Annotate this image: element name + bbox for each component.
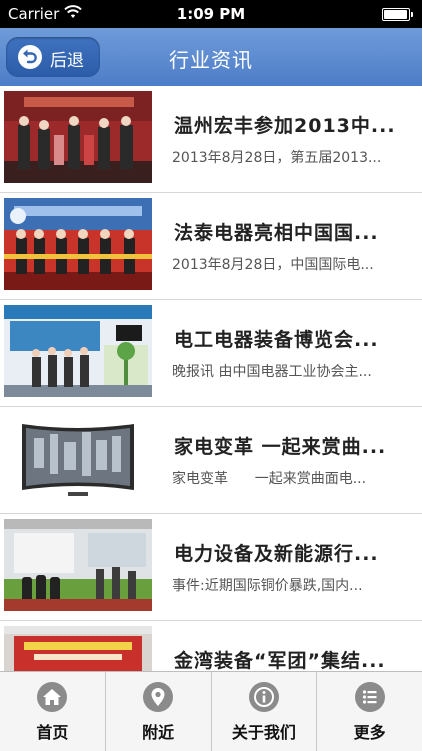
news-item[interactable]: 电工电器装备博览会... 晚报讯 由中国电器工业协会主... (0, 300, 422, 407)
tab-bar: 首页 附近 关于我们 更多 (0, 671, 422, 751)
tab-about-label: 关于我们 (231, 723, 296, 742)
news-item[interactable]: 家电变革 一起来赏曲... 家电变革 一起来赏曲面电... (0, 407, 422, 514)
page-title: 行业资讯 (169, 48, 253, 72)
news-title: 金湾装备“军团”集结... (174, 650, 386, 671)
news-title: 家电变革 一起来赏曲... (174, 436, 387, 458)
trade-show-photo (4, 519, 152, 611)
tab-more[interactable]: 更多 (317, 672, 422, 751)
award-ceremony-photo (4, 91, 152, 183)
status-time: 1:09 PM (176, 5, 246, 23)
battery-icon (382, 8, 414, 21)
curved-tv-photo (4, 412, 152, 504)
news-summary: 2013年8月28日，第五届2013... (172, 150, 382, 166)
tab-more-label: 更多 (353, 723, 386, 742)
news-item[interactable]: 法泰电器亮相中国国... 2013年8月28日，中国国际电... (0, 193, 422, 300)
banner-stage-photo (4, 626, 152, 671)
info-icon (248, 682, 279, 712)
news-summary: 家电变革 一起来赏曲面电... (172, 471, 367, 487)
expo-opening-photo (4, 198, 152, 290)
tab-home[interactable]: 首页 (0, 672, 106, 751)
tab-about[interactable]: 关于我们 (212, 672, 318, 751)
exhibition-booth-photo (4, 305, 152, 397)
news-title: 温州宏丰参加2013中... (174, 115, 396, 137)
tab-nearby[interactable]: 附近 (106, 672, 212, 751)
news-title: 法泰电器亮相中国国... (174, 222, 379, 244)
news-title: 电工电器装备博览会... (174, 329, 379, 351)
status-bar: Carrier 1:09 PM (0, 0, 422, 28)
news-summary: 事件:近期国际铜价暴跌,国内... (172, 578, 363, 594)
tab-nearby-label: 附近 (142, 723, 175, 742)
list-icon (354, 682, 385, 712)
news-title: 电力设备及新能源行... (174, 543, 379, 565)
news-item[interactable]: 电力设备及新能源行... 事件:近期国际铜价暴跌,国内... (0, 514, 422, 621)
news-list[interactable]: 温州宏丰参加2013中... 2013年8月28日，第五届2013... 法泰电… (0, 86, 422, 671)
location-pin-icon (143, 682, 174, 712)
tab-home-label: 首页 (36, 723, 69, 742)
news-summary: 晚报讯 由中国电器工业协会主... (172, 364, 372, 380)
home-icon (37, 682, 68, 712)
news-summary: 2013年8月28日，中国国际电... (172, 257, 374, 273)
news-item[interactable]: 温州宏丰参加2013中... 2013年8月28日，第五届2013... (0, 86, 422, 193)
news-item[interactable]: 金湾装备“军团”集结... (0, 621, 422, 671)
